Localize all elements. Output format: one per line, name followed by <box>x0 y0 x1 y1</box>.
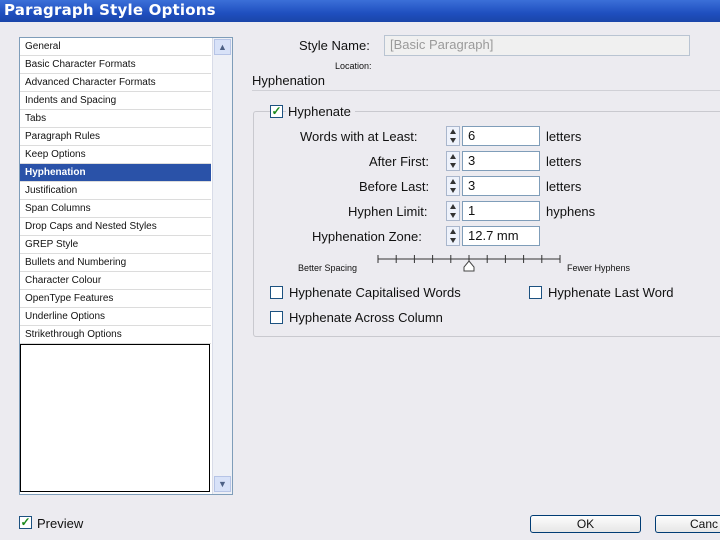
sidebar-item-underline-options[interactable]: Underline Options <box>20 308 211 326</box>
style-name-field[interactable]: [Basic Paragraph] <box>384 35 690 56</box>
hyphen-limit-field[interactable]: 1 <box>462 201 540 221</box>
across-column-label: Hyphenate Across Column <box>289 310 443 325</box>
sidebar-item-basic-character-formats[interactable]: Basic Character Formats <box>20 56 211 74</box>
style-name-label: Style Name: <box>299 38 370 53</box>
sidebar-item-general[interactable]: General <box>20 38 211 56</box>
before-last-label: Before Last: <box>359 179 430 194</box>
window-title: Paragraph Style Options <box>4 1 216 19</box>
check-icon: ✓ <box>271 104 282 118</box>
across-column-checkbox[interactable] <box>270 311 283 324</box>
scroll-up-icon[interactable]: ▲ <box>214 39 231 55</box>
sidebar-item-advanced-character-formats[interactable]: Advanced Character Formats <box>20 74 211 92</box>
hyphen-limit-label: Hyphen Limit: <box>348 204 428 219</box>
sidebar-item-span-columns[interactable]: Span Columns <box>20 200 211 218</box>
before-last-unit: letters <box>546 179 582 194</box>
after-first-stepper-icon[interactable] <box>446 151 460 171</box>
cap-words-label: Hyphenate Capitalised Words <box>289 285 461 300</box>
sidebar-item-character-colour[interactable]: Character Colour <box>20 272 211 290</box>
hyphen-limit-unit: hyphens <box>546 204 596 219</box>
hyphenate-label: Hyphenate <box>286 104 355 119</box>
preview-label: Preview <box>37 516 84 531</box>
after-first-unit: letters <box>546 154 582 169</box>
section-title: Hyphenation <box>252 73 325 88</box>
sidebar-item-keep-options[interactable]: Keep Options <box>20 146 211 164</box>
list-empty-area <box>20 344 210 492</box>
slider-right-label: Fewer Hyphens <box>567 263 631 273</box>
words-label: Words with at Least: <box>300 129 418 144</box>
location-label: Location: <box>335 61 372 71</box>
slider-thumb[interactable] <box>463 260 475 272</box>
after-first-field[interactable]: 3 <box>462 151 540 171</box>
sidebar-item-justification[interactable]: Justification <box>20 182 211 200</box>
section-divider <box>252 90 720 91</box>
words-stepper-icon[interactable] <box>446 126 460 146</box>
last-word-label: Hyphenate Last Word <box>548 285 674 300</box>
hyphenate-checkbox[interactable]: ✓ <box>270 105 283 118</box>
sidebar-item-opentype-features[interactable]: OpenType Features <box>20 290 211 308</box>
category-items: General Basic Character Formats Advanced C… <box>20 38 211 344</box>
sidebar-item-tabs[interactable]: Tabs <box>20 110 211 128</box>
sidebar-item-paragraph-rules[interactable]: Paragraph Rules <box>20 128 211 146</box>
sidebar-item-strikethrough-options[interactable]: Strikethrough Options <box>20 326 211 344</box>
after-first-label: After First: <box>369 154 429 169</box>
preview-checkbox[interactable]: ✓ <box>19 516 32 529</box>
check-icon: ✓ <box>20 515 31 529</box>
sidebar-item-indents-and-spacing[interactable]: Indents and Spacing <box>20 92 211 110</box>
scroll-down-icon[interactable]: ▼ <box>214 476 231 492</box>
list-scrollbar[interactable]: ▲ ▼ <box>212 38 232 494</box>
before-last-stepper-icon[interactable] <box>446 176 460 196</box>
ok-button[interactable]: OK <box>530 515 641 533</box>
sidebar-item-drop-caps-and-nested-styles[interactable]: Drop Caps and Nested Styles <box>20 218 211 236</box>
sidebar-item-hyphenation[interactable]: Hyphenation <box>20 164 211 182</box>
slider-left-label: Better Spacing <box>298 263 358 273</box>
before-last-field[interactable]: 3 <box>462 176 540 196</box>
category-list[interactable]: General Basic Character Formats Advanced C… <box>19 37 233 495</box>
zone-stepper-icon[interactable] <box>446 226 460 246</box>
spacing-slider[interactable] <box>374 252 564 272</box>
zone-field[interactable]: 12.7 mm <box>462 226 540 246</box>
title-bar: Paragraph Style Options <box>0 0 720 22</box>
words-unit: letters <box>546 129 582 144</box>
last-word-checkbox[interactable] <box>529 286 542 299</box>
sidebar-item-grep-style[interactable]: GREP Style <box>20 236 211 254</box>
sidebar-item-bullets-and-numbering[interactable]: Bullets and Numbering <box>20 254 211 272</box>
hyphen-limit-stepper-icon[interactable] <box>446 201 460 221</box>
cancel-button[interactable]: Canc <box>655 515 720 533</box>
zone-label: Hyphenation Zone: <box>312 229 422 244</box>
cap-words-checkbox[interactable] <box>270 286 283 299</box>
words-field[interactable]: 6 <box>462 126 540 146</box>
